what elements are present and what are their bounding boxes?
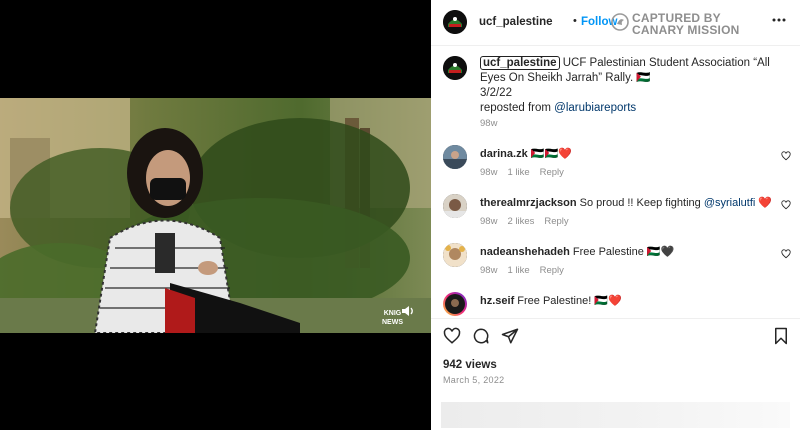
comment-username[interactable]: darina.zk (480, 148, 528, 160)
canary-mission-logo-icon (611, 13, 629, 31)
comment-meta: 98w 1 like Reply (480, 167, 574, 178)
caption-text: ucf_palestine UCF Palestinian Student As… (480, 56, 780, 116)
post-side-panel: ucf_palestine • Follow CAPTURED BY CANAR… (431, 0, 800, 430)
comment-item: darina.zk 🇵🇸🇵🇸❤️ 98w 1 like Reply (431, 145, 800, 195)
repost-handle-link[interactable]: @larubiareports (554, 102, 636, 114)
view-count[interactable]: 942 views (443, 359, 497, 371)
author-username[interactable]: ucf_palestine (479, 16, 553, 28)
repost-prefix: reposted from (480, 102, 555, 114)
post-header: ucf_palestine • Follow CAPTURED BY CANAR… (431, 0, 800, 46)
comment-icon[interactable] (472, 327, 490, 345)
comment-avatar[interactable] (443, 194, 467, 218)
heart-icon[interactable] (443, 327, 461, 345)
comment-avatar[interactable] (443, 145, 467, 169)
post-actions: 942 views March 5, 2022 (431, 318, 800, 430)
add-comment-bar[interactable] (441, 402, 790, 428)
comment-body: Free Palestine 🇵🇸🖤 (572, 246, 675, 258)
comment-suffix: ❤️ (755, 197, 773, 209)
sound-icon[interactable] (401, 305, 415, 317)
watermark-line2: NEWS (382, 319, 403, 326)
share-icon[interactable] (501, 327, 519, 345)
more-icon[interactable] (772, 18, 786, 22)
comment-meta: 98w 1 like Reply (480, 265, 574, 276)
comment-age[interactable]: 98w (480, 265, 497, 276)
comment-reply-button[interactable]: Reply (544, 216, 568, 227)
comment-username[interactable]: nadeanshehadeh (480, 246, 570, 258)
comment-text: darina.zk 🇵🇸🇵🇸❤️ (480, 147, 572, 160)
comment-like-heart-icon[interactable] (781, 151, 791, 161)
separator-dot: • (573, 15, 577, 27)
comment-item: nadeanshehadeh Free Palestine 🇵🇸🖤 98w 1 l… (431, 243, 800, 293)
comment-body: Free Palestine! 🇵🇸❤️ (517, 295, 622, 307)
comment-text: hz.seif Free Palestine! 🇵🇸❤️ (480, 294, 622, 307)
comment-likes[interactable]: 1 like (507, 167, 529, 178)
caption-date-line: 3/2/22 (480, 87, 512, 99)
comment-likes[interactable]: 1 like (507, 265, 529, 276)
comment-like-heart-icon[interactable] (781, 200, 791, 210)
video-frame (0, 98, 431, 333)
comment-text: therealmrzjackson So proud !! Keep fight… (480, 196, 772, 209)
watermark-line1: KNIG (383, 310, 402, 317)
caption-age[interactable]: 98w (480, 118, 497, 129)
comment-age[interactable]: 98w (480, 167, 497, 178)
video-watermark: KNIG NEWS (382, 309, 403, 327)
comment-reply-button[interactable]: Reply (540, 265, 564, 276)
author-avatar[interactable] (443, 10, 467, 34)
post-media: KNIG NEWS (0, 0, 431, 430)
comment-item: hz.seif Free Palestine! 🇵🇸❤️ (431, 292, 800, 316)
comment-reply-button[interactable]: Reply (540, 167, 564, 178)
comment-meta: 98w 2 likes Reply (480, 216, 579, 227)
watermark-line-2: CANARY MISSION (632, 23, 740, 37)
caption-avatar[interactable] (443, 56, 467, 80)
comment-like-heart-icon[interactable] (781, 249, 791, 259)
post-date: March 5, 2022 (443, 375, 505, 385)
comment-likes[interactable]: 2 likes (507, 216, 534, 227)
comment-avatar[interactable] (443, 243, 467, 267)
comment-text: nadeanshehadeh Free Palestine 🇵🇸🖤 (480, 245, 674, 258)
comment-username[interactable]: therealmrzjackson (480, 197, 577, 209)
comment-body: So proud !! Keep fighting (579, 197, 704, 209)
comment-mention-link[interactable]: @syrialutfi (704, 197, 756, 209)
comment-age[interactable]: 98w (480, 216, 497, 227)
capture-watermark: CAPTURED BY CANARY MISSION (632, 12, 739, 36)
bookmark-icon[interactable] (772, 327, 790, 345)
comment-item: therealmrzjackson So proud !! Keep fight… (431, 194, 800, 244)
video-player[interactable]: KNIG NEWS (0, 98, 431, 333)
comment-username[interactable]: hz.seif (480, 295, 514, 307)
comment-avatar[interactable] (443, 292, 467, 316)
comment-body: 🇵🇸🇵🇸❤️ (530, 148, 572, 160)
caption-username[interactable]: ucf_palestine (480, 56, 560, 70)
